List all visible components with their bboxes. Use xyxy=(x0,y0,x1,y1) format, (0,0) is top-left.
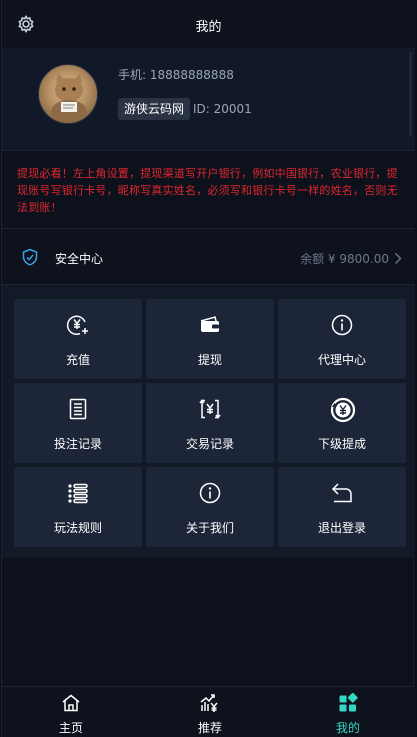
avatar[interactable] xyxy=(38,64,98,124)
menu-label: 投注记录 xyxy=(53,437,102,451)
app-frame: 我的 手机: 18888888888 游侠云码网 ID: 20001 提现必看！… xyxy=(1,0,415,737)
recharge-icon xyxy=(66,313,90,337)
menu-label: 提现 xyxy=(197,353,222,367)
menu-grid: 充值 提现 代理中心 投注记录 交易记录 下级提成 玩法规则 关于我们 退出登录 xyxy=(2,285,415,558)
page-title: 我的 xyxy=(195,20,222,35)
menu-bet-records[interactable]: 投注记录 xyxy=(14,383,142,463)
menu-transactions[interactable]: 交易记录 xyxy=(146,383,274,463)
nav-home[interactable]: 主页 xyxy=(26,687,116,737)
nav-label: 我的 xyxy=(335,721,360,735)
menu-label: 充值 xyxy=(65,353,90,367)
menu-rules[interactable]: 玩法规则 xyxy=(14,467,142,547)
exchange-icon xyxy=(198,397,222,421)
document-icon xyxy=(66,397,90,421)
menu-label: 下级提成 xyxy=(317,437,366,451)
scrollbar[interactable] xyxy=(409,52,412,136)
phone-number: 手机: 18888888888 xyxy=(118,68,234,82)
shield-icon xyxy=(21,248,39,266)
menu-recharge[interactable]: 充值 xyxy=(14,299,142,379)
balance-value: 余额 ¥ 9800.00 xyxy=(300,252,389,266)
wallet-icon xyxy=(198,313,222,337)
profile-card: 手机: 18888888888 游侠云码网 ID: 20001 xyxy=(2,49,415,151)
menu-agent-center[interactable]: 代理中心 xyxy=(278,299,406,379)
withdraw-notice: 提现必看！左上角设置，提现渠道写开户银行，例如中国银行，农业银行，提现账号写银行… xyxy=(2,151,415,229)
nav-label: 推荐 xyxy=(197,721,222,735)
return-icon xyxy=(330,481,354,505)
menu-label: 玩法规则 xyxy=(53,521,102,535)
home-icon xyxy=(61,693,81,713)
commission-icon xyxy=(330,397,356,423)
menu-commission[interactable]: 下级提成 xyxy=(278,383,406,463)
trend-icon xyxy=(200,693,220,713)
bottom-nav: 主页 推荐 我的 xyxy=(2,686,415,737)
menu-logout[interactable]: 退出登录 xyxy=(278,467,406,547)
nav-recommend[interactable]: 推荐 xyxy=(165,687,255,737)
menu-label: 关于我们 xyxy=(185,521,234,535)
info-icon xyxy=(198,481,222,505)
nickname-tag: 游侠云码网 xyxy=(118,98,191,120)
nav-mine[interactable]: 我的 xyxy=(303,687,393,737)
menu-label: 退出登录 xyxy=(317,521,366,535)
nav-label: 主页 xyxy=(58,721,83,735)
menu-withdraw[interactable]: 提现 xyxy=(146,299,274,379)
list-icon xyxy=(66,481,90,505)
info-icon xyxy=(330,313,354,337)
top-bar: 我的 xyxy=(2,0,415,49)
menu-about[interactable]: 关于我们 xyxy=(146,467,274,547)
security-center-row[interactable]: 安全中心 余额 ¥ 9800.00 xyxy=(2,229,415,285)
chevron-right-icon xyxy=(394,250,402,264)
user-id: ID: 20001 xyxy=(193,102,252,116)
security-center-label: 安全中心 xyxy=(55,252,104,266)
menu-label: 交易记录 xyxy=(185,437,234,451)
grid-icon xyxy=(338,692,358,713)
menu-label: 代理中心 xyxy=(317,353,366,367)
